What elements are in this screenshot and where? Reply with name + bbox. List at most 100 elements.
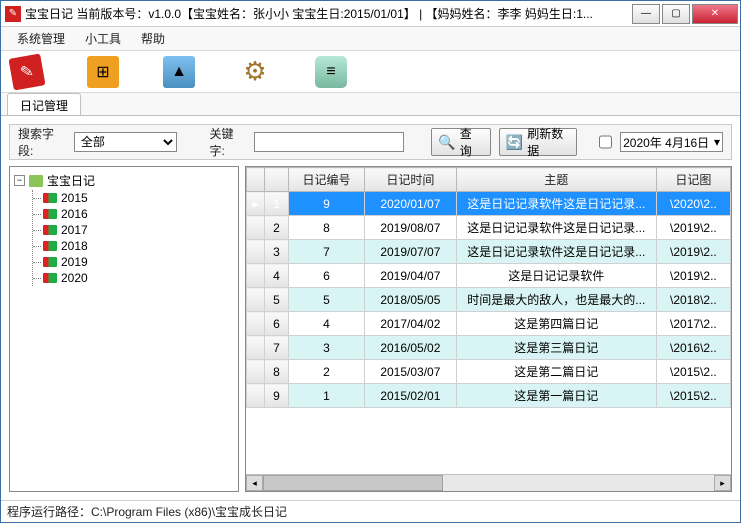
leaf-icon bbox=[43, 225, 57, 235]
close-button[interactable]: ✕ bbox=[692, 4, 738, 24]
table-row[interactable]: 732016/05/02这是第三篇日记\2016\2.. bbox=[247, 336, 731, 360]
tree-item-2018[interactable]: 2018 bbox=[33, 238, 234, 254]
row-number: 6 bbox=[265, 312, 289, 336]
keyword-label: 关键字: bbox=[209, 125, 246, 159]
keyword-input[interactable] bbox=[254, 132, 404, 152]
scroll-left-arrow[interactable]: ◂ bbox=[246, 475, 263, 491]
tree-item-label: 2020 bbox=[61, 271, 88, 285]
scroll-right-arrow[interactable]: ▸ bbox=[714, 475, 731, 491]
main-split: − 宝宝日记 20152016201720182019 2020 日记编号 bbox=[9, 166, 732, 492]
tree-panel: − 宝宝日记 20152016201720182019 2020 bbox=[9, 166, 239, 492]
tree-root[interactable]: − 宝宝日记 bbox=[14, 171, 234, 190]
cell-image: \2015\2.. bbox=[656, 384, 730, 408]
tree-collapse-icon[interactable]: − bbox=[14, 175, 25, 186]
date-picker[interactable]: 2020年 4月16日 ▾ bbox=[620, 132, 723, 152]
cell-diary-no: 6 bbox=[289, 264, 365, 288]
cell-diary-time: 2015/03/07 bbox=[364, 360, 456, 384]
table-row[interactable]: 912015/02/01这是第一篇日记\2015\2.. bbox=[247, 384, 731, 408]
row-pointer bbox=[247, 384, 265, 408]
cell-image: \2019\2.. bbox=[656, 240, 730, 264]
search-field-combo[interactable]: 全部 bbox=[74, 132, 177, 152]
database-icon[interactable]: ≡ bbox=[315, 56, 347, 88]
minimize-button[interactable]: — bbox=[632, 4, 660, 24]
window-title: 宝宝日记 当前版本号：v1.0.0【宝宝姓名：张小小 宝宝生日:2015/01/… bbox=[25, 5, 630, 22]
apps-icon[interactable]: ⊞ bbox=[87, 56, 119, 88]
table-row[interactable]: ▸192020/01/07这是日记记录软件这是日记记录...\2020\2.. bbox=[247, 192, 731, 216]
cell-subject: 这是第一篇日记 bbox=[456, 384, 656, 408]
table-row[interactable]: 822015/03/07这是第二篇日记\2015\2.. bbox=[247, 360, 731, 384]
picture-icon[interactable]: ▲ bbox=[163, 56, 195, 88]
cell-diary-time: 2017/04/02 bbox=[364, 312, 456, 336]
menu-help[interactable]: 帮助 bbox=[131, 27, 175, 50]
col-diary-no[interactable]: 日记编号 bbox=[289, 168, 365, 192]
cell-diary-no: 4 bbox=[289, 312, 365, 336]
tree-root-label: 宝宝日记 bbox=[47, 172, 95, 189]
cell-image: \2017\2.. bbox=[656, 312, 730, 336]
tree-item-2019[interactable]: 2019 bbox=[33, 254, 234, 270]
row-pointer bbox=[247, 264, 265, 288]
tabbar: 日记管理 bbox=[1, 93, 740, 115]
cell-diary-time: 2015/02/01 bbox=[364, 384, 456, 408]
maximize-button[interactable]: ▢ bbox=[662, 4, 690, 24]
table-row[interactable]: 552018/05/05时间是最大的敌人，也是最大的...\2018\2.. bbox=[247, 288, 731, 312]
app-window: ✎ 宝宝日记 当前版本号：v1.0.0【宝宝姓名：张小小 宝宝生日:2015/0… bbox=[0, 0, 741, 523]
grid-scroll[interactable]: 日记编号 日记时间 主题 日记图 ▸192020/01/07这是日记记录软件这是… bbox=[246, 167, 731, 474]
scroll-track[interactable] bbox=[263, 475, 714, 491]
table-row[interactable]: 282019/08/07这是日记记录软件这是日记记录...\2019\2.. bbox=[247, 216, 731, 240]
cell-subject: 这是日记记录软件这是日记记录... bbox=[456, 216, 656, 240]
row-number: 3 bbox=[265, 240, 289, 264]
window-controls: — ▢ ✕ bbox=[630, 4, 738, 24]
cell-subject: 这是第二篇日记 bbox=[456, 360, 656, 384]
tree-item-2015[interactable]: 2015 bbox=[33, 190, 234, 206]
tree-children: 20152016201720182019 2020 bbox=[32, 190, 234, 286]
tree-item-2016[interactable]: 2016 bbox=[33, 206, 234, 222]
grid-panel: 日记编号 日记时间 主题 日记图 ▸192020/01/07这是日记记录软件这是… bbox=[245, 166, 732, 492]
edit-icon[interactable]: ✎ bbox=[8, 53, 45, 90]
cell-diary-no: 8 bbox=[289, 216, 365, 240]
cell-subject: 这是日记记录软件这是日记记录... bbox=[456, 240, 656, 264]
statusbar: 程序运行路径：C:\Program Files (x86)\宝宝成长日记 bbox=[1, 500, 740, 522]
scroll-thumb[interactable] bbox=[263, 475, 443, 491]
row-number: 9 bbox=[265, 384, 289, 408]
tree-item-label: 2017 bbox=[61, 223, 88, 237]
cell-diary-no: 1 bbox=[289, 384, 365, 408]
row-pointer bbox=[247, 360, 265, 384]
col-pointer[interactable] bbox=[247, 168, 265, 192]
leaf-icon bbox=[43, 273, 57, 283]
menu-tools[interactable]: 小工具 bbox=[75, 27, 131, 50]
tree-item-2017[interactable]: 2017 bbox=[33, 222, 234, 238]
col-diary-time[interactable]: 日记时间 bbox=[364, 168, 456, 192]
search-field-label: 搜索字段: bbox=[18, 125, 66, 159]
col-subject[interactable]: 主题 bbox=[456, 168, 656, 192]
row-number: 4 bbox=[265, 264, 289, 288]
gear-icon[interactable]: ⚙ bbox=[239, 56, 271, 88]
cell-image: \2018\2.. bbox=[656, 288, 730, 312]
row-number: 8 bbox=[265, 360, 289, 384]
cell-diary-no: 3 bbox=[289, 336, 365, 360]
horizontal-scrollbar[interactable]: ◂ ▸ bbox=[246, 474, 731, 491]
cell-subject: 这是日记记录软件 bbox=[456, 264, 656, 288]
query-button[interactable]: 🔍 查 询 bbox=[431, 128, 490, 156]
table-row[interactable]: 372019/07/07这是日记记录软件这是日记记录...\2019\2.. bbox=[247, 240, 731, 264]
cell-subject: 这是第四篇日记 bbox=[456, 312, 656, 336]
tree-item-label: 2019 bbox=[61, 255, 88, 269]
cell-diary-no: 2 bbox=[289, 360, 365, 384]
titlebar: ✎ 宝宝日记 当前版本号：v1.0.0【宝宝姓名：张小小 宝宝生日:2015/0… bbox=[1, 1, 740, 27]
cell-image: \2019\2.. bbox=[656, 216, 730, 240]
tab-diary-manage[interactable]: 日记管理 bbox=[7, 93, 81, 115]
cell-subject: 这是第三篇日记 bbox=[456, 336, 656, 360]
date-filter-checkbox[interactable] bbox=[599, 135, 612, 149]
row-pointer bbox=[247, 312, 265, 336]
table-row[interactable]: 642017/04/02这是第四篇日记\2017\2.. bbox=[247, 312, 731, 336]
row-number: 2 bbox=[265, 216, 289, 240]
leaf-icon bbox=[43, 209, 57, 219]
folder-icon bbox=[29, 175, 43, 187]
table-row[interactable]: 462019/04/07这是日记记录软件\2019\2.. bbox=[247, 264, 731, 288]
row-pointer bbox=[247, 288, 265, 312]
menu-system[interactable]: 系统管理 bbox=[7, 27, 75, 50]
cell-diary-time: 2020/01/07 bbox=[364, 192, 456, 216]
refresh-button[interactable]: 🔄 刷新数据 bbox=[499, 128, 578, 156]
col-rownum[interactable] bbox=[265, 168, 289, 192]
tree-item-2020[interactable]: 2020 bbox=[33, 270, 234, 286]
col-image[interactable]: 日记图 bbox=[656, 168, 730, 192]
